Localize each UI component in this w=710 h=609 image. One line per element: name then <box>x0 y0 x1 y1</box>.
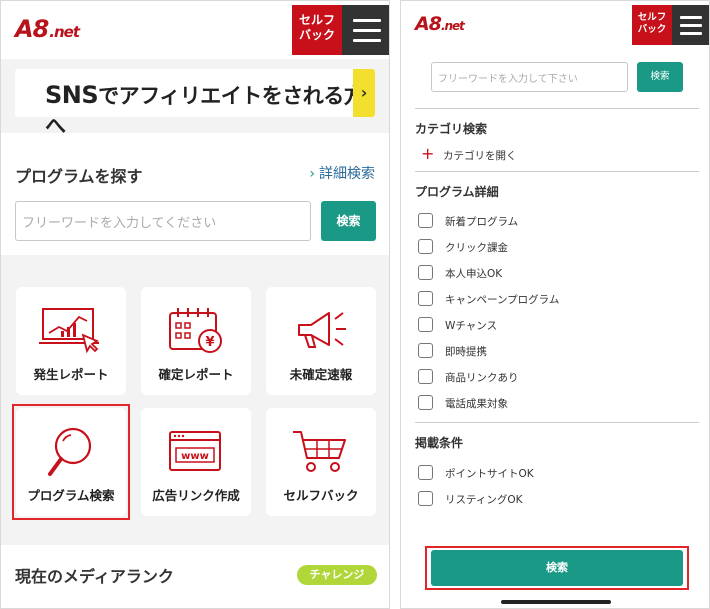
program-search-section: プログラムを探す › 詳細検索 フリーワードを入力してください 検索 <box>1 133 389 255</box>
checkbox[interactable] <box>418 395 433 410</box>
media-rank-section: 現在のメディアランク チャレンジ <box>1 545 389 608</box>
checkbox[interactable] <box>418 343 433 358</box>
checkbox-label: ポイントサイトOK <box>445 468 534 480</box>
highlight-frame <box>12 404 130 520</box>
calendar-yen-icon: ¥ <box>169 308 222 353</box>
header: A8.net セルフ バック <box>401 1 709 47</box>
checkbox[interactable] <box>418 291 433 306</box>
tile-label: セルフバック <box>283 488 359 503</box>
header: A8.net セルフ バック <box>1 1 389 59</box>
checkbox[interactable] <box>418 465 433 480</box>
search-button[interactable]: 検索 <box>637 62 683 92</box>
divider <box>415 108 699 109</box>
tile-label: 未確定速報 <box>289 367 353 382</box>
hamburger-menu-icon[interactable] <box>342 5 389 55</box>
checkbox[interactable] <box>418 213 433 228</box>
a8-logo[interactable]: A8.net <box>15 15 80 43</box>
banner-area: SNSでアフィリエイトをされる方へ › <box>1 59 389 138</box>
checkbox-label: 商品リンクあり <box>445 372 519 384</box>
svg-text:¥: ¥ <box>205 335 214 350</box>
svg-text:www: www <box>181 451 209 462</box>
banner-arrow-icon: › <box>353 69 375 117</box>
chart-report-icon <box>39 308 99 354</box>
checkbox-label: 即時提携 <box>445 346 487 358</box>
highlight-frame <box>425 546 689 590</box>
checkbox-label: リスティングOK <box>445 494 523 506</box>
search-input[interactable]: フリーワードを入力して下さい <box>431 62 628 92</box>
checkbox[interactable] <box>418 369 433 384</box>
rank-badge: チャレンジ <box>297 565 377 585</box>
tile-label: 発生レポート <box>33 367 109 382</box>
checkbox[interactable] <box>418 265 433 280</box>
checkbox-label: クリック課金 <box>445 242 508 254</box>
tile-ad-link[interactable]: www 広告リンク作成 <box>141 408 251 516</box>
details-title: プログラム詳細 <box>415 185 499 199</box>
shopping-cart-icon <box>293 431 346 472</box>
checkbox-label: 新着プログラム <box>445 216 519 228</box>
home-indicator <box>501 600 611 604</box>
hamburger-menu-icon[interactable] <box>672 5 709 45</box>
sns-banner[interactable]: SNSでアフィリエイトをされる方へ › <box>15 69 375 138</box>
plus-icon[interactable]: + <box>421 146 434 162</box>
detail-search-link[interactable]: › 詳細検索 <box>309 163 375 183</box>
right-screen: A8.net セルフ バック フリーワードを入力して下さい 検索 カテゴリ検索 … <box>400 0 710 609</box>
search-input[interactable]: フリーワードを入力してください <box>15 201 311 241</box>
checkbox-label: 本人申込OK <box>445 268 503 280</box>
banner-text: SNSでアフィリエイトをされる方へ <box>45 81 365 138</box>
category-title: カテゴリ検索 <box>415 122 488 136</box>
checkbox-label: 電話成果対象 <box>445 398 508 410</box>
menu-grid: 発生レポート ¥ 確定レポート 未確定速報 プログラム検索 www 広告リンク作… <box>1 255 389 545</box>
checkbox[interactable] <box>418 491 433 506</box>
a8-logo[interactable]: A8.net <box>415 13 465 35</box>
checkbox[interactable] <box>418 239 433 254</box>
checkbox[interactable] <box>418 317 433 332</box>
divider <box>415 171 699 172</box>
conditions-title: 掲載条件 <box>415 436 464 450</box>
self-back-button[interactable]: セルフ バック <box>292 5 342 55</box>
divider <box>415 422 699 423</box>
tile-self-back[interactable]: セルフバック <box>266 408 376 516</box>
checkbox-label: Wチャンス <box>445 320 498 332</box>
megaphone-icon <box>298 312 346 348</box>
tile-occurrence-report[interactable]: 発生レポート <box>16 287 126 395</box>
section-title: プログラムを探す <box>15 167 143 186</box>
tile-unconfirmed-flash[interactable]: 未確定速報 <box>266 287 376 395</box>
self-back-button[interactable]: セルフ バック <box>632 5 672 45</box>
tile-label: 広告リンク作成 <box>152 488 240 503</box>
tile-confirmed-report[interactable]: ¥ 確定レポート <box>141 287 251 395</box>
open-category-link[interactable]: カテゴリを開く <box>443 148 517 163</box>
search-button[interactable]: 検索 <box>321 201 376 241</box>
checkbox-label: キャンペーンプログラム <box>445 294 560 306</box>
www-browser-icon: www <box>169 431 221 471</box>
rank-title: 現在のメディアランク <box>15 567 174 586</box>
tile-label: 確定レポート <box>158 367 234 382</box>
left-screen: A8.net セルフ バック SNSでアフィリエイトをされる方へ › プログラム… <box>0 0 390 609</box>
chevron-right-icon: › <box>309 166 315 182</box>
